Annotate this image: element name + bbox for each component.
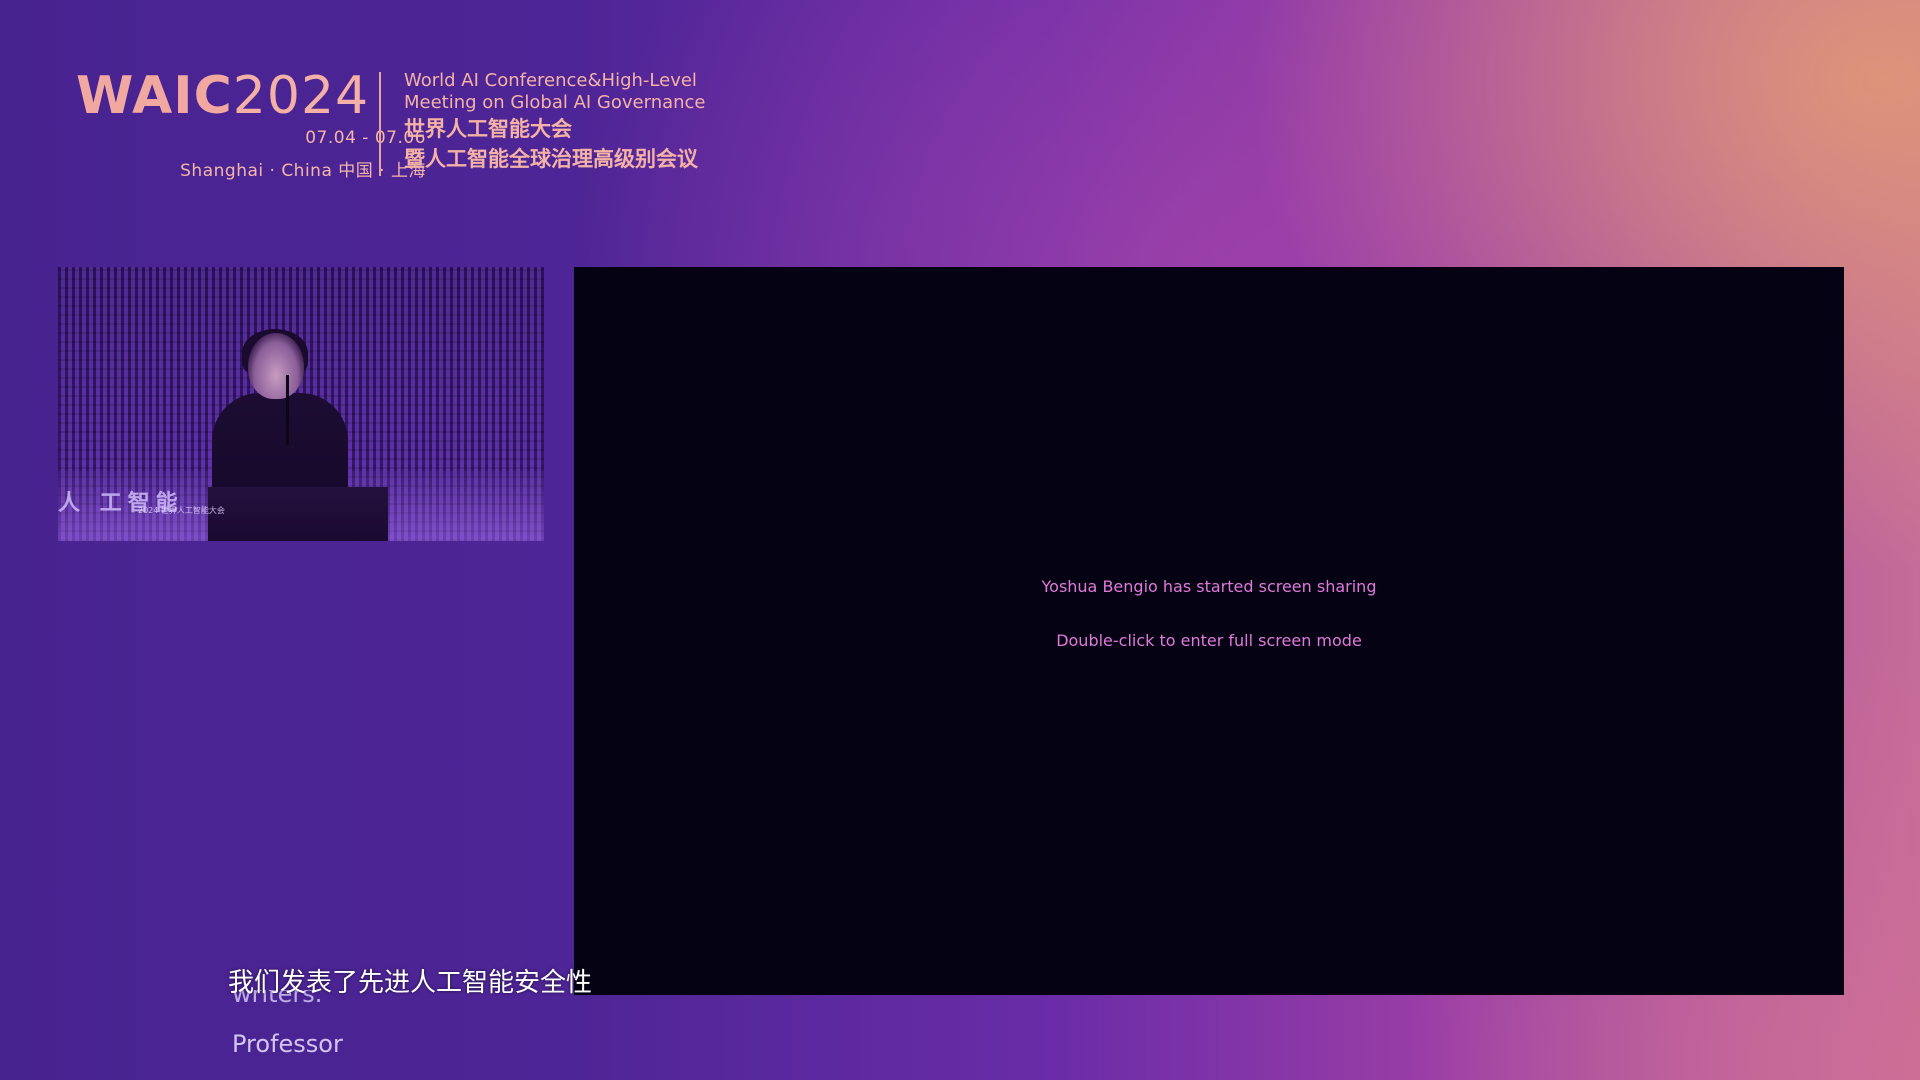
logo-wordmark: WAIC2024 [76,66,369,126]
logo-divider [379,72,381,176]
event-title-zh-line2: 暨人工智能全球治理高级别会议 [404,147,698,171]
podium-caption: 2024 世界人工智能大会 [138,506,225,515]
event-title-block: World AI Conference&High-Level Meeting o… [404,70,706,174]
event-title-zh-line1: 世界人工智能大会 [404,117,572,141]
microphone [286,375,289,445]
subtitle-zh: 我们发表了先进人工智能安全性 [228,968,593,998]
logo-year: 2024 [232,66,370,126]
subtitle-en-line2: Professor [232,1030,343,1058]
conference-stream-view: WAIC2024 07.04 - 07.06 Shanghai · China … [0,0,1920,1080]
event-location: Shanghai · China 中国 · 上海 [180,161,426,181]
event-logo: WAIC2024 07.04 - 07.06 Shanghai · China … [76,66,716,186]
screen-share-panel[interactable]: Yoshua Bengio has started screen sharing… [574,267,1844,995]
fullscreen-hint: Double-click to enter full screen mode [1056,631,1362,650]
speaker-video-tile[interactable]: 人 工智能 2024 世界人工智能大会 [58,267,544,541]
podium [208,487,388,541]
event-title-en-line1: World AI Conference&High-Level [404,70,697,91]
presenter-head [248,333,304,399]
event-title-en-line2: Meeting on Global AI Governance [404,92,706,113]
logo-wordmark-name: WAIC [76,66,233,126]
screen-share-status: Yoshua Bengio has started screen sharing [1041,577,1377,596]
